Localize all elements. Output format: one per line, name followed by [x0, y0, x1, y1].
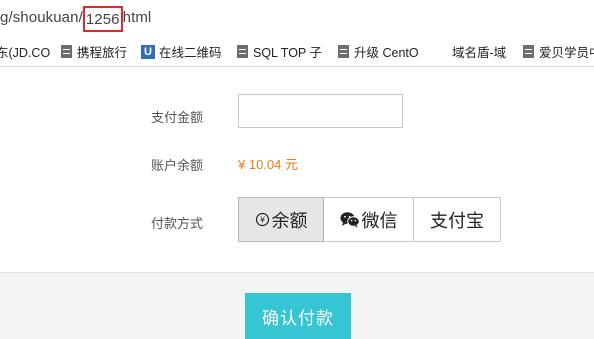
amount-label: 支付金额 [151, 110, 204, 125]
bookmark-label: 东(JD.CO [0, 46, 51, 60]
page-icon [61, 45, 72, 58]
bookmark-label: 在线二维码 [159, 46, 222, 60]
bookmark-label: SQL TOP 子 [253, 46, 323, 60]
pay-option-balance[interactable]: ¥ 余额 [238, 197, 324, 242]
page-icon [523, 45, 534, 58]
bookmark-label: 升级 CentO [354, 46, 419, 60]
confirm-payment-button[interactable]: 确认付款 [245, 293, 351, 339]
balance-value: ¥ 10.04 元 [238, 157, 298, 172]
bookmark-jd[interactable]: 东(JD.CO [0, 43, 50, 60]
bookmark-label: 域名盾-域 [452, 46, 507, 60]
url-suffix: html [122, 9, 152, 26]
url-text[interactable]: g/shoukuan/1256 html [0, 6, 152, 32]
bookmarks-bar: 东(JD.CO 携程旅行 U 在线二维码 SQL TOP 子 升级 CentO … [0, 36, 594, 67]
url-prefix: g/shoukuan/ [0, 9, 83, 26]
amount-input[interactable] [238, 94, 403, 128]
pay-option-label: 微信 [361, 210, 398, 231]
bookmark-student-center[interactable]: 爱贝学员中 [523, 43, 594, 60]
payment-method-label: 付款方式 [151, 216, 204, 231]
bookmark-sql-top[interactable]: SQL TOP 子 [237, 43, 322, 60]
pay-option-wechat[interactable]: 微信 [323, 197, 414, 242]
url-highlight-box: 1256 [82, 6, 123, 32]
page-icon [338, 45, 349, 58]
bookmark-domain-shield[interactable]: 域名盾-域 [452, 43, 506, 60]
page-icon [237, 45, 248, 58]
coin-icon: ¥ [255, 212, 270, 227]
payment-method-group: ¥ 余额 微信 支付宝 [238, 197, 501, 242]
wechat-icon [340, 211, 360, 228]
bookmark-label: 爱贝学员中 [539, 46, 594, 60]
address-bar[interactable]: g/shoukuan/1256 html [0, 0, 594, 36]
u-icon: U [141, 44, 155, 59]
footer-bar: 确认付款 [0, 272, 594, 339]
payment-form: 支付金额 账户余额 ¥ 10.04 元 付款方式 ¥ 余额 微信 支付宝 [0, 67, 594, 272]
bookmark-ctrip[interactable]: 携程旅行 [61, 43, 127, 60]
bookmark-centos[interactable]: 升级 CentO [338, 43, 419, 60]
balance-label: 账户余额 [151, 158, 204, 173]
pay-option-label: 余额 [271, 210, 308, 231]
pay-option-label: 支付宝 [430, 210, 484, 231]
svg-text:¥: ¥ [259, 216, 264, 225]
pay-option-alipay[interactable]: 支付宝 [413, 197, 501, 242]
bookmark-qrcode[interactable]: U 在线二维码 [141, 43, 222, 60]
url-highlight: 1256 [85, 11, 120, 28]
bookmark-label: 携程旅行 [77, 46, 128, 60]
